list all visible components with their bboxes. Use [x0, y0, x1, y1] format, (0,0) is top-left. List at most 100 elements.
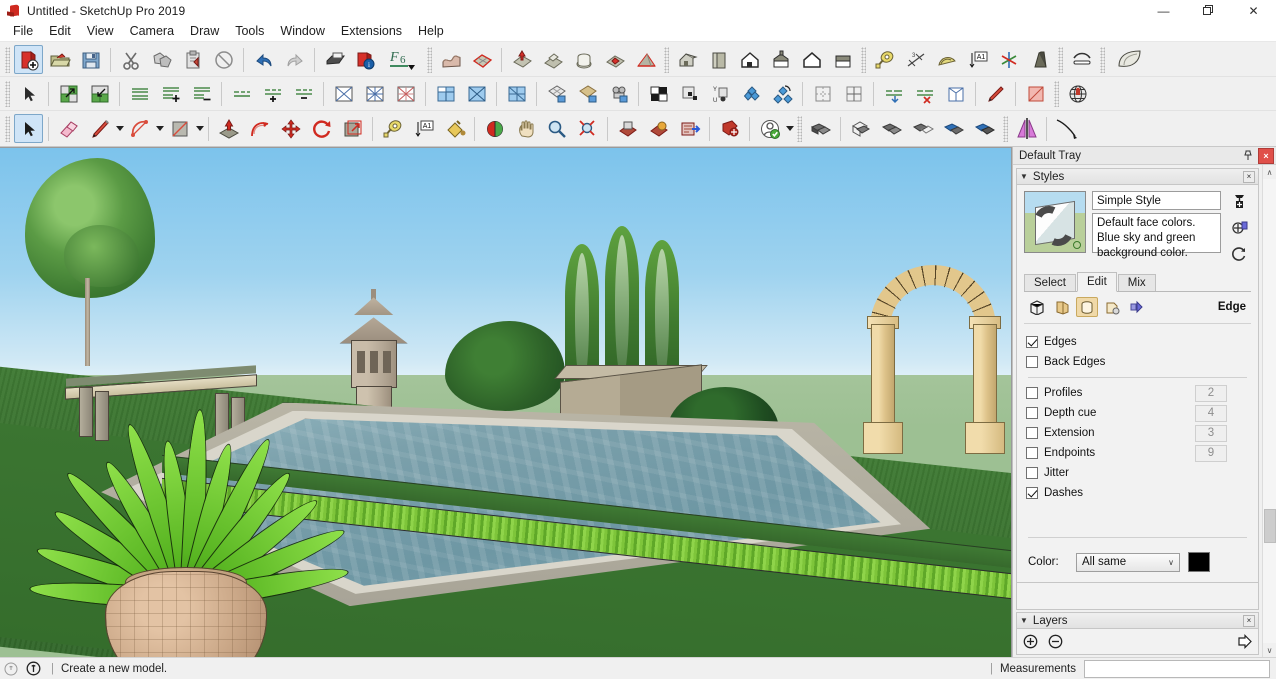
warehouse-share-model-tool[interactable] [768, 79, 797, 108]
select-arrow-tool[interactable] [14, 79, 43, 108]
scrollbar-thumb[interactable] [1263, 509, 1276, 543]
chevron-down-icon[interactable] [196, 126, 204, 131]
endpoints-row[interactable]: Endpoints 9 [1026, 443, 1249, 463]
extension-row[interactable]: Extension 3 [1026, 423, 1249, 443]
back-edges-checkbox[interactable] [1026, 356, 1038, 368]
left-view-tool[interactable] [828, 45, 857, 74]
jitter-row[interactable]: Jitter [1026, 463, 1249, 483]
select-tool[interactable] [14, 114, 43, 143]
styles-section-header[interactable]: ▼ Styles × [1016, 168, 1259, 185]
account-tool[interactable] [755, 114, 784, 143]
face-settings-icon[interactable] [1051, 297, 1073, 317]
print-tool[interactable] [320, 45, 349, 74]
mirror-tool[interactable] [1012, 114, 1041, 143]
collapse-triangle-icon[interactable]: ▼ [1020, 172, 1028, 181]
tape-measure-tool[interactable] [378, 114, 407, 143]
add-detail-tool[interactable] [600, 45, 629, 74]
edge-color-swatch[interactable] [1188, 552, 1210, 572]
tab-select[interactable]: Select [1024, 274, 1076, 291]
warehouse-get-models-tool[interactable] [737, 79, 766, 108]
depth-cue-row[interactable]: Depth cue 4 [1026, 403, 1249, 423]
scroll-down-arrow[interactable]: ∨ [1263, 643, 1276, 657]
layer-details-button[interactable] [1236, 633, 1253, 650]
depth-cue-checkbox[interactable] [1026, 407, 1038, 419]
section-cuts-tool[interactable] [462, 79, 491, 108]
position-camera-tool[interactable] [715, 114, 744, 143]
menu-camera[interactable]: Camera [122, 22, 182, 41]
solid-tools-outer-shell-tool[interactable] [1067, 45, 1096, 74]
guide-show-tool[interactable] [808, 79, 837, 108]
axes-toggle-tool[interactable]: Y U [706, 79, 735, 108]
open-tool[interactable] [45, 45, 74, 74]
chevron-down-icon[interactable] [116, 126, 124, 131]
background-settings-icon[interactable] [1076, 297, 1098, 317]
save-tool[interactable] [76, 45, 105, 74]
guide-hide-tool[interactable] [839, 79, 868, 108]
measurements-input[interactable] [1084, 659, 1270, 678]
jitter-checkbox[interactable] [1026, 467, 1038, 479]
account-tool-group[interactable] [754, 114, 794, 143]
make-group-tool[interactable] [846, 114, 875, 143]
profiles-checkbox[interactable] [1026, 387, 1038, 399]
line-tool[interactable] [85, 114, 114, 143]
layers-close-icon[interactable]: × [1243, 614, 1255, 627]
minimize-button[interactable]: — [1141, 0, 1186, 21]
close-button[interactable]: ✕ [1231, 0, 1276, 21]
tape-measure-tool[interactable] [870, 45, 899, 74]
redo-tool[interactable] [280, 45, 309, 74]
scale-up-tool[interactable] [54, 79, 83, 108]
explode-group-tool[interactable] [877, 114, 906, 143]
section-create-tool[interactable] [910, 79, 939, 108]
info-circle-icon[interactable] [22, 661, 44, 676]
sandbox-from-scratch-tool[interactable] [467, 45, 496, 74]
arc-tool-group[interactable] [124, 114, 164, 143]
toolbar-grip[interactable] [1058, 46, 1063, 73]
hide-group-tool[interactable] [908, 114, 937, 143]
copy-tool[interactable] [147, 45, 176, 74]
cut-tool[interactable] [116, 45, 145, 74]
protractor-tool[interactable] [932, 45, 961, 74]
zoom-tool[interactable] [542, 114, 571, 143]
zoom-extents-tool[interactable] [573, 114, 602, 143]
face-front-tool[interactable] [1021, 79, 1050, 108]
create-style-button[interactable] [1229, 193, 1249, 211]
style-thumbnail[interactable] [1024, 191, 1086, 253]
erase-tool[interactable] [209, 45, 238, 74]
profiles-tool[interactable] [391, 79, 420, 108]
model-info-tool[interactable]: i [351, 45, 380, 74]
color-mode-select[interactable]: All same ∨ [1076, 552, 1180, 572]
extension-checkbox[interactable] [1026, 427, 1038, 439]
paste-tool[interactable] [178, 45, 207, 74]
layer-remove-tool[interactable] [187, 79, 216, 108]
profiles-row[interactable]: Profiles 2 [1026, 383, 1249, 403]
line-tool-group[interactable] [84, 114, 124, 143]
right-view-tool[interactable] [766, 45, 795, 74]
drape-tool[interactable] [569, 45, 598, 74]
dimension-tool[interactable]: A1 [409, 114, 438, 143]
section-planes-tool[interactable] [431, 79, 460, 108]
new-tool[interactable] [14, 45, 43, 74]
scroll-up-arrow[interactable]: ∧ [1263, 165, 1276, 179]
3d-model-viewport[interactable] [0, 147, 1012, 657]
toolbar-grip[interactable] [5, 80, 10, 107]
freehand-tool[interactable] [1052, 114, 1081, 143]
chevron-down-icon[interactable] [156, 126, 164, 131]
menu-file[interactable]: File [5, 22, 41, 41]
chevron-down-icon[interactable] [786, 126, 794, 131]
top-view-tool[interactable] [704, 45, 733, 74]
hidden-geometry-tool[interactable] [329, 79, 358, 108]
menu-help[interactable]: Help [410, 22, 452, 41]
update-style-button[interactable] [1229, 219, 1249, 237]
depth-cue-value[interactable]: 4 [1195, 404, 1227, 422]
menu-edit[interactable]: Edit [41, 22, 79, 41]
layer-list-tool[interactable] [125, 79, 154, 108]
tab-mix[interactable]: Mix [1117, 274, 1156, 291]
guide-delete-tool[interactable] [879, 79, 908, 108]
stamp-tool[interactable] [538, 45, 567, 74]
smoove-tool[interactable] [507, 45, 536, 74]
walk-tool[interactable] [644, 114, 673, 143]
display-edges-tool[interactable] [360, 79, 389, 108]
endpoints-value[interactable]: 9 [1195, 444, 1227, 462]
maximize-button[interactable] [1186, 0, 1231, 21]
menu-window[interactable]: Window [272, 22, 332, 41]
